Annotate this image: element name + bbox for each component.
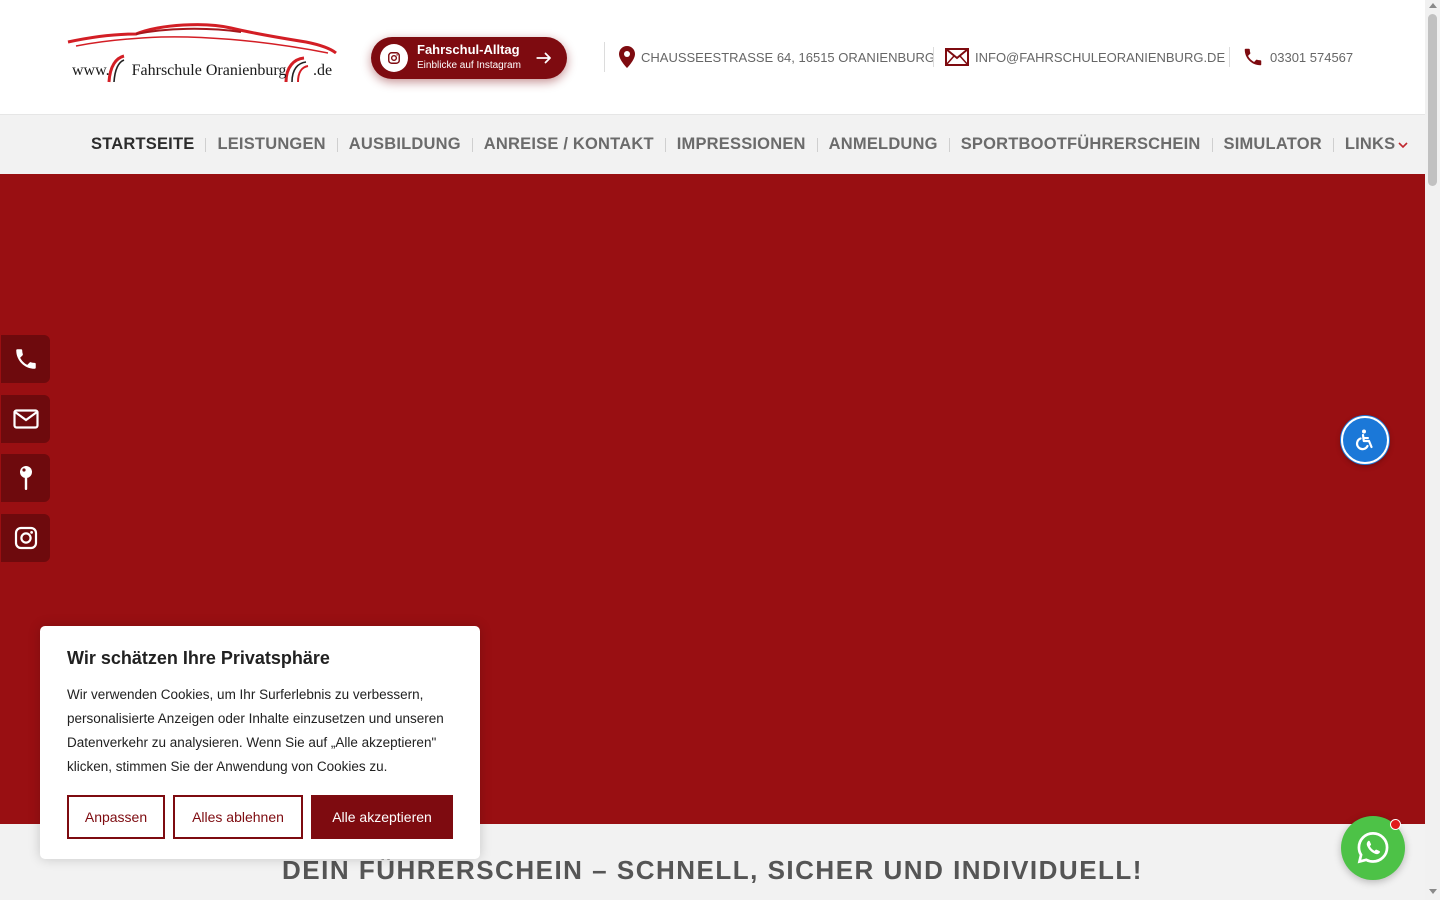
cookie-accept-button[interactable]: Alle akzeptieren (311, 795, 453, 839)
header-phone[interactable]: 03301 574567 (1242, 45, 1353, 69)
nav-item-links[interactable]: LINKS (1334, 135, 1420, 154)
section-headline: DEIN FÜHRERSCHEIN – SCHNELL, SICHER UND … (282, 855, 1143, 885)
instagram-cta-subtitle: Einblicke auf Instagram (417, 60, 521, 71)
phone-icon (1244, 48, 1262, 66)
logo-suffix: .de (313, 62, 333, 79)
nav-item-simulator[interactable]: SIMULATOR (1213, 135, 1333, 154)
email-text: INFO@FAHRSCHULEORANIENBURG.DE (975, 49, 1226, 65)
envelope-icon (12, 409, 39, 429)
header-email[interactable]: INFO@FAHRSCHULEORANIENBURG.DE (945, 45, 1225, 69)
map-pin-icon (619, 46, 635, 68)
instagram-icon (380, 44, 408, 72)
main-navigation: STARTSEITE LEISTUNGEN AUSBILDUNG ANREISE… (0, 115, 1425, 174)
chevron-down-icon (1398, 142, 1408, 149)
scroll-up-arrow-icon[interactable] (1429, 3, 1437, 8)
header-address[interactable]: CHAUSSEESTRASSE 64, 16515 ORANIENBURG (619, 45, 935, 69)
nav-item-ausbildung[interactable]: AUSBILDUNG (338, 135, 472, 154)
arrow-right-icon (536, 52, 551, 64)
nav-item-impressionen[interactable]: IMPRESSIONEN (666, 135, 817, 154)
sidebar-location-button[interactable] (1, 454, 50, 502)
header-top: www. Fahrschule Oranienburg .de Fahrschul-… (0, 0, 1425, 115)
cookie-customize-button[interactable]: Anpassen (67, 795, 165, 839)
logo-prefix: www. (72, 62, 110, 79)
header-divider (604, 42, 605, 72)
sidebar-phone-button[interactable] (1, 335, 50, 383)
instagram-cta-button[interactable]: Fahrschul-Alltag Einblicke auf Instagram (371, 37, 567, 79)
nav-item-leistungen[interactable]: LEISTUNGEN (206, 135, 336, 154)
nav-item-sportbootfuehrerschein[interactable]: SPORTBOOTFÜHRERSCHEIN (950, 135, 1212, 154)
scrollbar-thumb[interactable] (1428, 14, 1437, 186)
cookie-text: Wir verwenden Cookies, um Ihr Surferlebn… (67, 687, 444, 774)
scroll-down-arrow-icon[interactable] (1429, 889, 1437, 894)
phone-text: 03301 574567 (1270, 49, 1354, 65)
phone-icon (15, 349, 36, 369)
instagram-cta-title: Fahrschul-Alltag (417, 42, 520, 57)
envelope-icon (945, 48, 969, 66)
nav-item-anmeldung[interactable]: ANMELDUNG (818, 135, 949, 154)
wheelchair-icon (1355, 429, 1373, 451)
header-divider (1229, 47, 1230, 67)
sidebar-email-button[interactable] (1, 395, 50, 443)
nav-item-links-label: LINKS (1344, 135, 1396, 153)
nav-item-startseite[interactable]: STARTSEITE (80, 135, 205, 154)
site-logo[interactable]: www. Fahrschule Oranienburg .de (66, 22, 338, 86)
nav-item-anreise-kontakt[interactable]: ANREISE / KONTAKT (473, 135, 665, 154)
sidebar-instagram-button[interactable] (1, 514, 50, 562)
logo-text: www. Fahrschule Oranienburg .de (72, 62, 332, 80)
whatsapp-icon (1357, 832, 1389, 864)
accessibility-button[interactable] (1341, 416, 1389, 464)
header-divider (933, 47, 934, 67)
map-pin-icon (19, 466, 32, 490)
whatsapp-notification-dot (1390, 819, 1401, 830)
nav-list: STARTSEITE LEISTUNGEN AUSBILDUNG ANREISE… (80, 115, 1419, 174)
cookie-title: Wir schätzen Ihre Privatsphäre (67, 648, 330, 668)
cookie-reject-button[interactable]: Alles ablehnen (173, 795, 303, 839)
address-text: CHAUSSEESTRASSE 64, 16515 ORANIENBURG (641, 49, 936, 65)
instagram-icon (14, 526, 37, 550)
logo-name: Fahrschule Oranienburg (131, 62, 287, 79)
cookie-consent-banner: Wir schätzen Ihre Privatsphäre Wir verwe… (40, 626, 480, 859)
